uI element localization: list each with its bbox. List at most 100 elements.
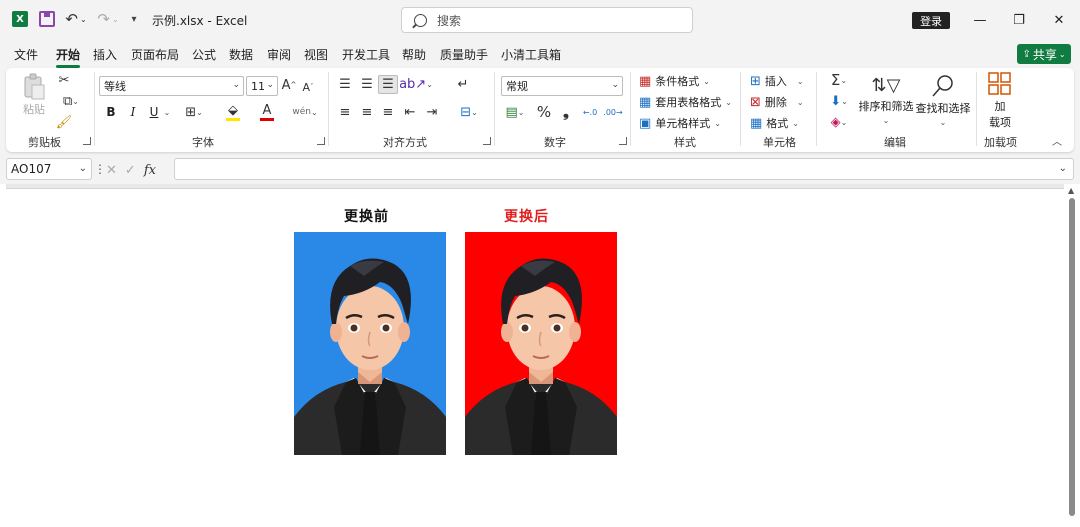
italic-button[interactable]: I	[127, 104, 139, 120]
font-size-select[interactable]: 11 ⌄	[246, 76, 278, 96]
align-middle-icon[interactable]: ☰	[359, 76, 375, 92]
collapse-ribbon-icon[interactable]: ︿	[1050, 134, 1064, 148]
sort-filter-button[interactable]: ⇅▽ 排序和筛选 ⌄	[858, 72, 914, 128]
number-format-select[interactable]: 常规 ⌄	[501, 76, 623, 96]
ribbon: 粘贴 ✂ ⧉ ⌄ 🖌 剪贴板 等线 ⌄ 11 ⌄ A ^ Aˇ B I U ⌄ ⊞ ⌄ ⬙…	[6, 68, 1074, 152]
delete-cells-button[interactable]: ⊠ 删除 ⌄	[750, 93, 808, 111]
share-button[interactable]: ⇪ 共享 ⌄	[1017, 44, 1071, 64]
comma-style-icon[interactable]: ❟	[560, 103, 572, 121]
tab-data[interactable]: 数据	[229, 46, 253, 63]
tab-page-layout[interactable]: 页面布局	[131, 46, 179, 63]
paste-label: 粘贴	[23, 103, 45, 116]
scrollbar-thumb[interactable]	[1069, 198, 1075, 516]
orientation-icon[interactable]: ab↗ ⌄	[399, 76, 433, 92]
restore-button[interactable]: ❐	[1007, 10, 1031, 30]
chevron-down-icon: ⌄	[939, 117, 947, 127]
phonetic-icon[interactable]: wén ⌄	[290, 102, 320, 122]
chevron-down-icon: ⌄	[232, 80, 240, 90]
font-size-value: 11	[251, 79, 265, 93]
tab-insert[interactable]: 插入	[93, 46, 117, 63]
fill-color-button[interactable]: ⬙	[218, 102, 248, 122]
more-options-icon[interactable]: ⋮	[94, 160, 106, 178]
find-select-button[interactable]: 查找和选择 ⌄	[914, 72, 972, 128]
close-button[interactable]: ✕	[1047, 10, 1071, 30]
tab-view[interactable]: 视图	[304, 46, 328, 63]
undo-icon[interactable]: ↶ ⌄	[62, 10, 90, 28]
chevron-down-icon: ⌄	[1058, 49, 1066, 59]
number-launcher-icon[interactable]	[619, 137, 627, 145]
bold-button[interactable]: B	[105, 104, 117, 120]
scroll-up-icon[interactable]: ▲	[1068, 186, 1074, 195]
format-painter-icon[interactable]: 🖌	[56, 114, 73, 130]
vertical-scrollbar[interactable]: ▲	[1064, 184, 1080, 527]
search-box[interactable]: 搜索	[401, 7, 693, 33]
tab-review[interactable]: 审阅	[267, 46, 291, 63]
addins-icon	[988, 72, 1011, 95]
fill-icon[interactable]: ⬇ ⌄	[824, 93, 854, 109]
increase-decimal-icon[interactable]: ←.0	[581, 104, 599, 120]
insert-cells-label: 插入	[764, 75, 787, 88]
format-cells-button[interactable]: ▦ 格式 ⌄	[750, 114, 808, 132]
cell-styles-label: 单元格样式	[655, 117, 711, 130]
number-group-label: 数字	[544, 136, 566, 149]
decrease-font-icon[interactable]: Aˇ	[301, 78, 315, 96]
font-launcher-icon[interactable]	[317, 137, 325, 145]
redo-icon[interactable]: ↷ ⌄	[94, 10, 122, 28]
formula-input[interactable]: ⌄	[174, 158, 1074, 180]
decrease-decimal-icon[interactable]: .00→	[603, 104, 622, 120]
before-title: 更换前	[344, 209, 389, 225]
find-select-label: 查找和选择	[915, 101, 971, 115]
enter-icon[interactable]: ✓	[125, 163, 136, 178]
conditional-format-button[interactable]: ▦ 条件格式 ⌄	[639, 72, 714, 90]
font-color-icon: A	[262, 103, 272, 118]
autosum-icon[interactable]: Σ ⌄	[824, 71, 854, 89]
borders-icon[interactable]: ⊞ ⌄	[181, 104, 207, 120]
tab-toolbox[interactable]: 小清工具箱	[501, 46, 561, 63]
align-left-icon[interactable]: ≡	[337, 104, 353, 120]
underline-button[interactable]: U	[148, 104, 160, 120]
wrap-text-icon[interactable]: ↵	[455, 76, 471, 92]
decrease-indent-icon[interactable]: ⇤	[402, 104, 418, 120]
tab-formulas[interactable]: 公式	[192, 46, 216, 63]
percent-icon[interactable]: %	[536, 103, 552, 121]
name-box[interactable]: AO107 ⌄	[6, 158, 92, 180]
format-as-table-button[interactable]: ▦ 套用表格格式 ⌄	[639, 93, 734, 111]
sort-filter-label: 排序和筛选	[858, 100, 914, 113]
align-center-icon[interactable]: ≡	[359, 104, 375, 120]
worksheet[interactable]: 更换前 更换后 ▲	[0, 184, 1080, 527]
tab-developer[interactable]: 开发工具	[342, 46, 390, 63]
id-photo-after[interactable]	[465, 232, 617, 455]
addins-button[interactable]: 加 载项	[982, 72, 1018, 130]
tab-quality-assistant[interactable]: 质量助手	[440, 46, 488, 63]
id-photo-before[interactable]	[294, 232, 446, 455]
chevron-down-icon: ⌄	[611, 80, 619, 90]
font-color-button[interactable]: A	[252, 102, 282, 122]
align-top-icon[interactable]: ☰	[337, 76, 353, 92]
clear-icon[interactable]: ◈ ⌄	[824, 114, 854, 130]
cut-icon[interactable]: ✂	[56, 72, 72, 88]
clipboard-launcher-icon[interactable]	[83, 137, 91, 145]
save-icon[interactable]	[39, 11, 55, 27]
tab-help[interactable]: 帮助	[402, 46, 426, 63]
cell-styles-button[interactable]: ▣ 单元格样式 ⌄	[639, 114, 724, 132]
insert-function-icon[interactable]: fx	[144, 163, 156, 178]
merge-center-icon[interactable]: ⊟ ⌄	[455, 104, 483, 120]
tab-home[interactable]: 开始	[56, 46, 81, 68]
accounting-icon[interactable]: ▤ ⌄	[502, 104, 528, 120]
paste-button[interactable]: 粘贴	[20, 72, 48, 118]
increase-indent-icon[interactable]: ⇥	[424, 104, 440, 120]
copy-icon[interactable]: ⧉ ⌄	[56, 93, 86, 109]
align-right-icon[interactable]: ≡	[380, 104, 396, 120]
ribbon-tabs: 文件 开始 插入 页面布局 公式 数据 审阅 视图 开发工具 帮助 质量助手 小…	[0, 40, 1080, 68]
increase-font-icon[interactable]: A ^	[282, 76, 297, 94]
login-button[interactable]: 登录	[912, 12, 950, 29]
insert-cells-button[interactable]: ⊞ 插入 ⌄	[750, 72, 808, 90]
alignment-launcher-icon[interactable]	[483, 137, 491, 145]
font-name-select[interactable]: 等线 ⌄	[99, 76, 244, 96]
chevron-down-icon[interactable]: ⌄	[162, 104, 172, 120]
cancel-icon[interactable]: ✕	[106, 163, 117, 178]
customize-toolbar-icon[interactable]: ▾	[128, 12, 140, 26]
tab-file[interactable]: 文件	[14, 46, 38, 63]
align-bottom-icon[interactable]: ☰	[378, 75, 398, 94]
minimize-button[interactable]: —	[968, 10, 992, 30]
